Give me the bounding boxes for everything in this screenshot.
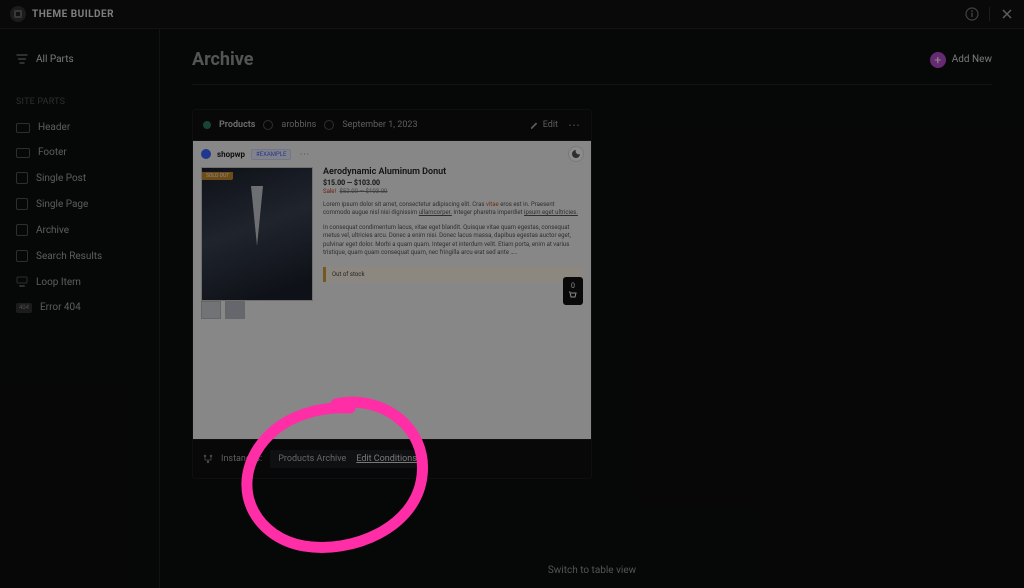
image-placeholder (251, 186, 263, 246)
thumbnail-row (201, 301, 245, 319)
close-icon[interactable] (1000, 7, 1014, 21)
edit-label: Edit (543, 120, 558, 130)
sidebar-item-label: Search Results (36, 251, 102, 262)
more-icon[interactable]: ⋯ (568, 118, 581, 132)
sidebar-item-label: Single Post (36, 173, 86, 184)
sidebar-item-single-page[interactable]: Single Page (0, 191, 159, 217)
cart-icon: 0 (563, 277, 583, 305)
card-footer: Instances: Products Archive Edit Conditi… (193, 440, 591, 478)
cart-count: 0 (571, 282, 575, 290)
card-date: September 1, 2023 (342, 120, 417, 130)
card-title: Products (219, 120, 255, 130)
sidebar-item-error-404[interactable]: 404 Error 404 (0, 295, 159, 320)
tree-icon (203, 454, 213, 464)
sale-label: Sale! (323, 188, 336, 195)
pencil-icon (530, 121, 539, 130)
search-results-icon (16, 250, 28, 262)
product-paragraph-1: Lorem ipsum dolor sit amet, consectetur … (323, 201, 583, 218)
loop-item-icon (16, 276, 28, 288)
error-404-icon: 404 (16, 303, 32, 313)
template-card: Products arobbins September 1, 2023 Edit… (192, 109, 592, 479)
archive-icon (16, 224, 28, 236)
page-title: Archive (192, 49, 253, 70)
thumbnail (225, 301, 245, 319)
page-header: Archive + Add New (192, 49, 992, 85)
user-icon (263, 120, 273, 130)
plus-icon: + (930, 52, 946, 68)
footer-icon (16, 148, 30, 158)
single-page-icon (16, 198, 28, 210)
thumbnail (201, 301, 221, 319)
product-title: Aerodynamic Aluminum Donut (323, 167, 583, 177)
sidebar-item-label: Error 404 (40, 302, 81, 313)
card-header: Products arobbins September 1, 2023 Edit… (193, 110, 591, 140)
sidebar-section-label: SITE PARTS (0, 97, 159, 107)
main: Archive + Add New Products arobbins Sept… (160, 29, 1024, 588)
switch-view-link[interactable]: Switch to table view (548, 565, 636, 576)
info-icon[interactable] (965, 7, 979, 21)
brand-label: THEME BUILDER (32, 9, 114, 20)
preview-body: SOLD OUT Aerodynamic Aluminum Donut $15.… (193, 167, 591, 301)
clock-icon (324, 120, 334, 130)
single-post-icon (16, 172, 28, 184)
sidebar-item-label: Single Page (36, 199, 88, 210)
sidebar-item-loop-item[interactable]: Loop Item (0, 269, 159, 295)
product-sale: Sale! $52.00 — $103.00 (323, 188, 583, 195)
sidebar-item-label: Header (38, 122, 70, 133)
add-new-button[interactable]: + Add New (930, 52, 992, 68)
product-price: $15.00 — $103.00 (323, 179, 583, 187)
preview-more-icon: ⋯ (299, 149, 309, 160)
instance-name: Products Archive (278, 454, 346, 464)
product-paragraph-2: In consequat condimentum lacus, vitae eg… (323, 224, 583, 258)
filter-icon (16, 53, 28, 65)
topbar: THEME BUILDER (0, 0, 1024, 28)
sidebar-item-search-results[interactable]: Search Results (0, 243, 159, 269)
instance-chip: Products Archive Edit Conditions (270, 450, 425, 468)
sidebar-item-header[interactable]: Header (0, 115, 159, 140)
preview-topbar: shopwp #EXAMPLE ⋯ (193, 141, 591, 167)
add-new-label: Add New (952, 54, 992, 65)
out-of-stock-notice: Out of stock (323, 267, 583, 282)
preview-badge: #EXAMPLE (251, 149, 291, 160)
card-preview[interactable]: shopwp #EXAMPLE ⋯ SOLD OUT Aerodynamic A… (193, 140, 591, 440)
product-info: Aerodynamic Aluminum Donut $15.00 — $103… (323, 167, 583, 301)
card-author: arobbins (281, 120, 316, 130)
sidebar-item-label: Archive (36, 225, 69, 236)
brand-icon (10, 6, 26, 22)
sidebar-item-label: Loop Item (36, 277, 81, 288)
instances-label: Instances: (221, 454, 262, 464)
status-dot-icon (203, 121, 211, 129)
sidebar: All Parts SITE PARTS Header Footer Singl… (0, 29, 160, 588)
price-old: $52.00 — $103.00 (340, 188, 388, 195)
product-image: SOLD OUT (201, 167, 313, 301)
header-icon (16, 123, 30, 133)
shopwp-logo-icon (201, 149, 211, 159)
sidebar-item-footer[interactable]: Footer (0, 140, 159, 165)
moon-icon (569, 147, 583, 161)
sidebar-item-single-post[interactable]: Single Post (0, 165, 159, 191)
sidebar-all-parts-label: All Parts (36, 54, 74, 65)
topbar-divider (989, 7, 990, 21)
edit-conditions-link[interactable]: Edit Conditions (356, 454, 417, 464)
sidebar-all-parts[interactable]: All Parts (0, 45, 159, 73)
sidebar-item-archive[interactable]: Archive (0, 217, 159, 243)
sidebar-item-label: Footer (38, 147, 67, 158)
sold-out-badge: SOLD OUT (202, 172, 233, 180)
edit-button[interactable]: Edit (530, 120, 558, 130)
preview-brand: shopwp (217, 150, 245, 159)
